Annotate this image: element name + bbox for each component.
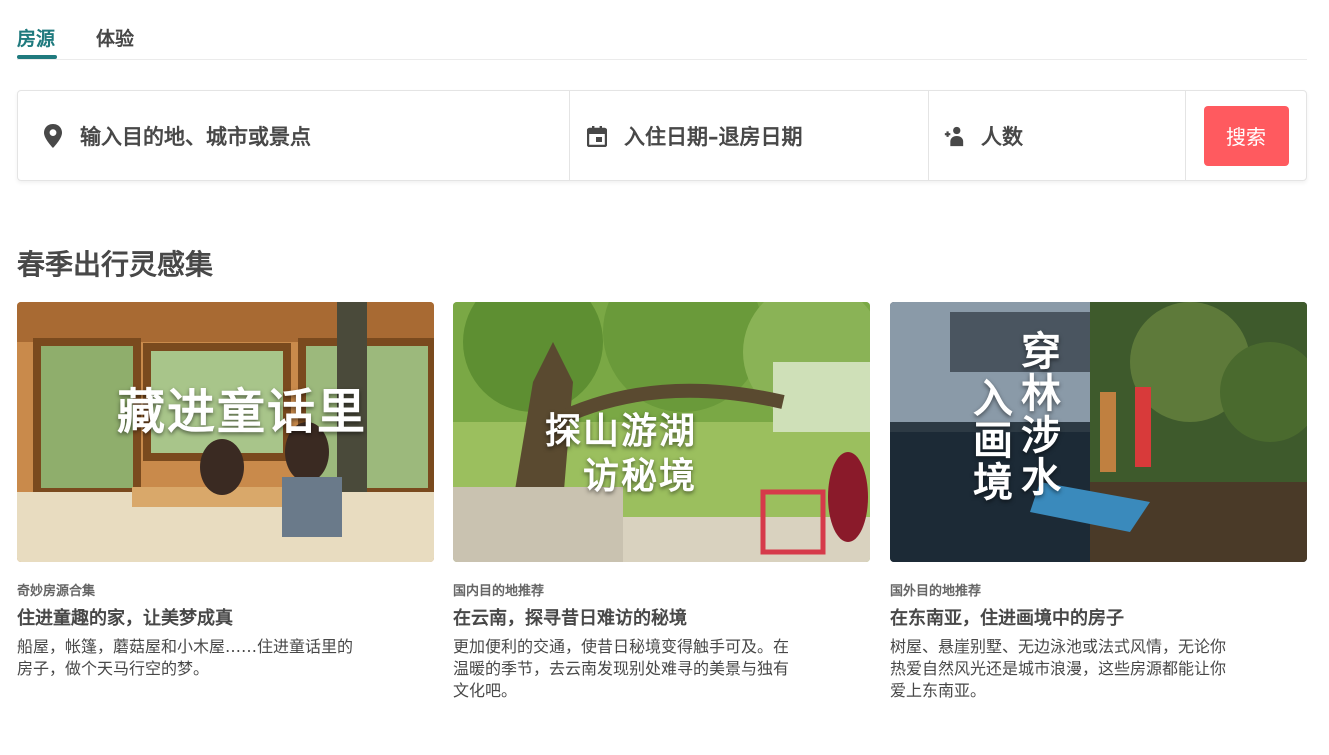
card-image: 藏进童话里 bbox=[17, 302, 434, 562]
calendar-icon bbox=[586, 124, 608, 148]
guests-field[interactable]: 人数 bbox=[928, 91, 1185, 180]
tab-homes[interactable]: 房源 bbox=[17, 24, 55, 51]
tab-experiences[interactable]: 体验 bbox=[96, 24, 134, 51]
card-description: 更加便利的交通，使昔日秘境变得触手可及。在温暖的季节，去云南发现别处难寻的美景与… bbox=[453, 637, 790, 700]
dates-placeholder: 入住日期–退房日期 bbox=[624, 124, 803, 149]
section-title: 春季出行灵感集 bbox=[17, 248, 214, 281]
inspiration-card[interactable]: 穿林涉水 入画境 国外目的地推荐 在东南亚，住进画境中的房子 树屋、悬崖别墅、无… bbox=[890, 302, 1307, 702]
card-description: 船屋，帐篷，蘑菇屋和小木屋……住进童话里的房子，做个天马行空的梦。 bbox=[17, 637, 354, 678]
card-image: 穿林涉水 入画境 bbox=[890, 302, 1307, 562]
card-description: 树屋、悬崖别墅、无边泳池或法式风情，无论你热爱自然风光还是城市浪漫，这些房源都能… bbox=[890, 637, 1227, 700]
inspiration-card[interactable]: 藏进童话里 奇妙房源合集 住进童趣的家，让美梦成真 船屋，帐篷，蘑菇屋和小木屋…… bbox=[17, 302, 434, 680]
card-kicker: 奇妙房源合集 bbox=[17, 584, 96, 599]
search-button-wrapper: 搜索 bbox=[1185, 91, 1306, 180]
card-title[interactable]: 在云南，探寻昔日难访的秘境 bbox=[453, 604, 870, 630]
search-bar: 输入目的地、城市或景点 入住日期–退房日期 人数 搜索 bbox=[17, 90, 1307, 181]
destination-placeholder: 输入目的地、城市或景点 bbox=[80, 124, 311, 149]
date-range-field[interactable]: 入住日期–退房日期 bbox=[569, 91, 928, 180]
card-image: 探山游湖 访秘境 bbox=[453, 302, 870, 562]
card-kicker: 国内目的地推荐 bbox=[453, 584, 545, 599]
top-tabs: 房源 体验 bbox=[17, 0, 1307, 60]
inspiration-card[interactable]: 探山游湖 访秘境 国内目的地推荐 在云南，探寻昔日难访的秘境 更加便利的交通，使… bbox=[453, 302, 870, 702]
location-pin-icon bbox=[42, 123, 64, 148]
add-guest-icon bbox=[943, 124, 965, 148]
active-tab-indicator bbox=[17, 55, 57, 59]
card-kicker: 国外目的地推荐 bbox=[890, 584, 982, 599]
card-image-caption-col2: 入画境 bbox=[966, 377, 1013, 503]
destination-field[interactable]: 输入目的地、城市或景点 bbox=[18, 91, 569, 180]
card-title[interactable]: 住进童趣的家，让美梦成真 bbox=[17, 604, 434, 630]
guests-placeholder: 人数 bbox=[981, 124, 1023, 149]
card-image-caption-line2: 访秘境 bbox=[583, 455, 698, 497]
card-title[interactable]: 在东南亚，住进画境中的房子 bbox=[890, 604, 1307, 630]
card-image-caption: 藏进童话里 bbox=[117, 384, 368, 440]
search-button[interactable]: 搜索 bbox=[1203, 105, 1289, 166]
